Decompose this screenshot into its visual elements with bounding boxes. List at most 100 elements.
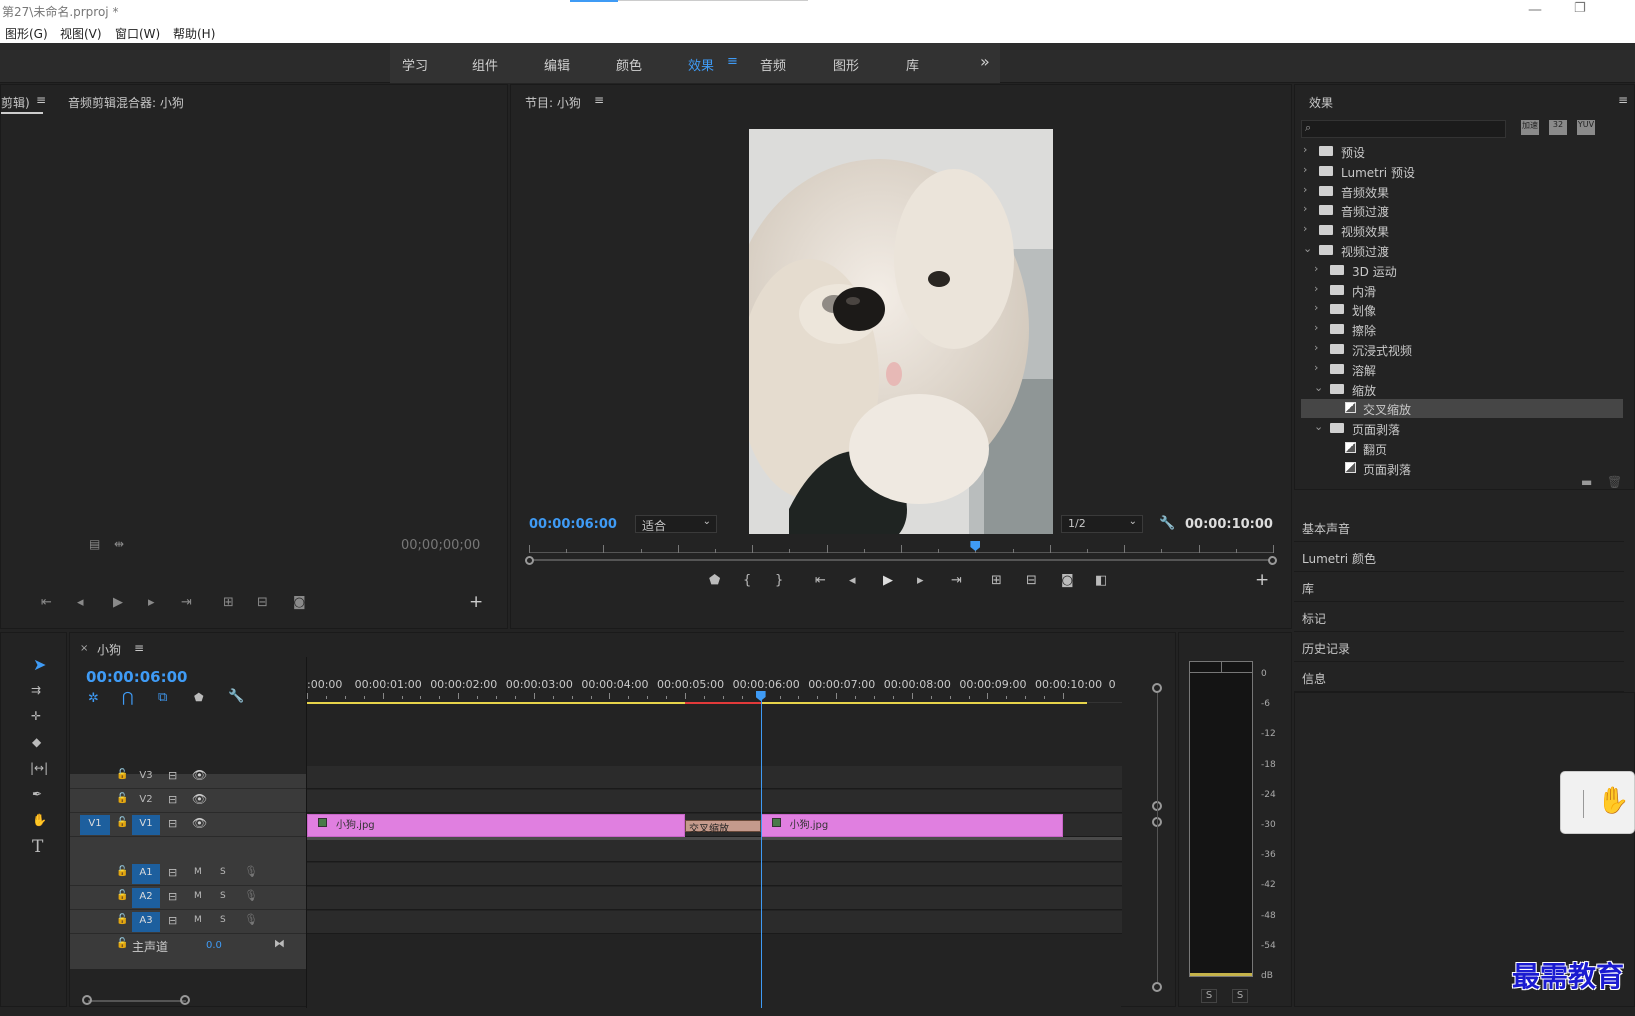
snap-magnet-icon[interactable]: ⋂ xyxy=(122,690,133,706)
sync-lock-icon[interactable]: ⊟ xyxy=(168,793,177,806)
mark-in-icon[interactable]: { xyxy=(743,573,751,588)
effects-tree-item[interactable]: › 溶解 xyxy=(1301,360,1623,379)
microphone-icon[interactable]: 🎙 xyxy=(244,865,258,878)
resolution-dropdown[interactable]: 1/2 ⌄ xyxy=(1061,515,1143,533)
go-to-in-icon[interactable]: ⇤ xyxy=(41,595,52,610)
workspace-learn[interactable]: 学习 xyxy=(402,55,428,74)
scrubber-end-handle[interactable] xyxy=(1268,556,1277,565)
sync-lock-icon[interactable]: ⊟ xyxy=(168,769,177,782)
timeline-playhead[interactable] xyxy=(760,693,762,1008)
chevron-down-icon[interactable]: ⌄ xyxy=(1314,420,1323,433)
effects-tree-item[interactable]: › 擦除 xyxy=(1301,320,1623,339)
track-select-tool-icon[interactable]: ⇉ xyxy=(31,683,41,697)
lock-icon[interactable]: 🔓 xyxy=(116,866,128,877)
workspace-graphics[interactable]: 图形 xyxy=(833,55,859,74)
timeline-title[interactable]: 小狗 xyxy=(97,641,121,658)
microphone-icon[interactable]: 🎙 xyxy=(244,889,258,902)
master-volume-value[interactable]: 0.0 xyxy=(206,940,222,951)
source-patch-v1[interactable]: V1 xyxy=(80,815,110,835)
play-icon[interactable]: ▶ xyxy=(113,595,123,610)
menu-window[interactable]: 窗口(W) xyxy=(115,25,160,42)
timeline-settings-icon[interactable]: 🔧 xyxy=(228,689,244,704)
effects-tree-item[interactable]: › 划像 xyxy=(1301,300,1623,319)
track-target[interactable]: V2 xyxy=(132,791,160,811)
scrubber-start-handle[interactable] xyxy=(525,556,534,565)
chevron-right-icon[interactable]: › xyxy=(1303,143,1307,156)
zoom-handle-left[interactable] xyxy=(82,995,92,1005)
lift-icon[interactable]: ⊞ xyxy=(991,573,1002,588)
add-marker-icon[interactable]: ⬟ xyxy=(709,573,720,588)
selection-tool-icon[interactable]: ➤ xyxy=(33,655,46,674)
insert-icon[interactable]: ⊞ xyxy=(223,595,234,610)
effects-tree-item[interactable]: ⌄ 页面剥落 xyxy=(1301,419,1623,438)
transition-clip[interactable]: 交叉缩放 xyxy=(685,820,761,835)
program-menu-icon[interactable]: ≡ xyxy=(594,93,604,107)
sync-lock-icon[interactable]: ⊟ xyxy=(168,890,177,903)
lock-icon[interactable]: 🔓 xyxy=(116,793,128,804)
chevron-right-icon[interactable]: › xyxy=(1303,222,1307,235)
video-audio-divider[interactable] xyxy=(307,837,1122,840)
drag-audio-icon[interactable]: ⇹ xyxy=(114,537,124,551)
minimize-icon[interactable]: — xyxy=(1528,2,1542,18)
timeline-area[interactable]: :00:00 00:00:01:00 00:00:02:00 00:00:03:00 0… xyxy=(306,657,1122,1008)
step-back-icon[interactable]: ◂ xyxy=(77,595,84,610)
chevron-down-icon[interactable]: ⌄ xyxy=(1314,381,1323,394)
sync-lock-icon[interactable]: ⊟ xyxy=(168,914,177,927)
workspace-libraries[interactable]: 库 xyxy=(906,55,919,74)
section-essential-sound[interactable]: 基本声音 xyxy=(1294,512,1624,542)
sync-lock-icon[interactable]: ⊟ xyxy=(168,866,177,879)
track-lane[interactable] xyxy=(307,839,1122,862)
effects-tree-item[interactable]: › Lumetri 预设 xyxy=(1301,162,1623,181)
chevron-right-icon[interactable]: › xyxy=(1314,321,1318,334)
timeline-menu-icon[interactable]: ≡ xyxy=(134,641,144,655)
timeline-timecode[interactable]: 00:00:06:00 xyxy=(86,668,188,686)
chevron-right-icon[interactable]: › xyxy=(1314,341,1318,354)
chevron-right-icon[interactable]: › xyxy=(1314,301,1318,314)
effects-tree-item[interactable]: › 音频效果 xyxy=(1301,182,1623,201)
effects-tree-item[interactable]: ⌄ 视频过渡 xyxy=(1301,241,1623,260)
workspace-menu-icon[interactable]: ≡ xyxy=(727,54,738,69)
chevron-right-icon[interactable]: › xyxy=(1314,282,1318,295)
menu-help[interactable]: 帮助(H) xyxy=(173,25,215,42)
track-lane[interactable] xyxy=(307,911,1122,934)
solo-right-button[interactable]: S xyxy=(1232,989,1248,1003)
extract-icon[interactable]: ⊟ xyxy=(1026,573,1037,588)
tab-source[interactable]: 剪辑) xyxy=(1,94,30,111)
step-forward-icon[interactable]: ▸ xyxy=(917,573,924,588)
yuv-filter-icon[interactable]: YUV xyxy=(1577,120,1595,135)
effects-tree-item[interactable]: › 预设 xyxy=(1301,142,1623,161)
workspace-assembly[interactable]: 组件 xyxy=(472,55,498,74)
32bit-filter-icon[interactable]: 32 xyxy=(1549,120,1567,135)
workspace-overflow-icon[interactable]: » xyxy=(980,52,990,71)
time-ruler[interactable]: :00:00 00:00:01:00 00:00:02:00 00:00:03:00 0… xyxy=(307,657,1122,704)
effects-tree-item[interactable]: 交叉缩放 xyxy=(1301,399,1623,419)
close-tab-icon[interactable]: × xyxy=(80,643,88,654)
workspace-editing[interactable]: 编辑 xyxy=(544,55,570,74)
lock-icon[interactable]: 🔓 xyxy=(116,938,128,949)
solo-button[interactable]: S xyxy=(220,867,226,877)
hand-icon[interactable]: ✋ xyxy=(1597,786,1629,816)
slip-tool-icon[interactable]: |↔| xyxy=(30,761,48,775)
menu-view[interactable]: 视图(V) xyxy=(60,25,102,42)
effects-tree-item[interactable]: › 沉浸式视频 xyxy=(1301,340,1623,359)
go-to-in-icon[interactable]: ⇤ xyxy=(815,573,826,588)
zoom-handle-right[interactable] xyxy=(180,995,190,1005)
mute-button[interactable]: M xyxy=(194,867,202,877)
program-title[interactable]: 节目: 小狗 xyxy=(525,94,581,111)
ripple-edit-tool-icon[interactable]: ✛ xyxy=(31,709,41,723)
track-lane[interactable] xyxy=(307,863,1122,886)
hand-tool-icon[interactable]: ✋ xyxy=(32,813,47,827)
section-lumetri-color[interactable]: Lumetri 颜色 xyxy=(1294,542,1624,572)
track-target[interactable]: A3 xyxy=(132,912,160,932)
effects-search-input[interactable]: ⌕ xyxy=(1301,120,1506,138)
effects-tree-item[interactable]: 页面剥落 xyxy=(1301,459,1623,478)
effects-menu-icon[interactable]: ≡ xyxy=(1618,93,1628,107)
effects-tree-item[interactable]: › 音频过渡 xyxy=(1301,201,1623,220)
mute-button[interactable]: M xyxy=(194,891,202,901)
video-clip[interactable]: 小狗.jpg xyxy=(307,814,685,837)
drag-video-icon[interactable]: ▤ xyxy=(89,537,100,551)
delete-icon[interactable]: 🗑 xyxy=(1607,475,1622,489)
lock-icon[interactable]: 🔓 xyxy=(116,914,128,925)
lock-icon[interactable]: 🔓 xyxy=(116,817,128,828)
solo-left-button[interactable]: S xyxy=(1201,989,1217,1003)
